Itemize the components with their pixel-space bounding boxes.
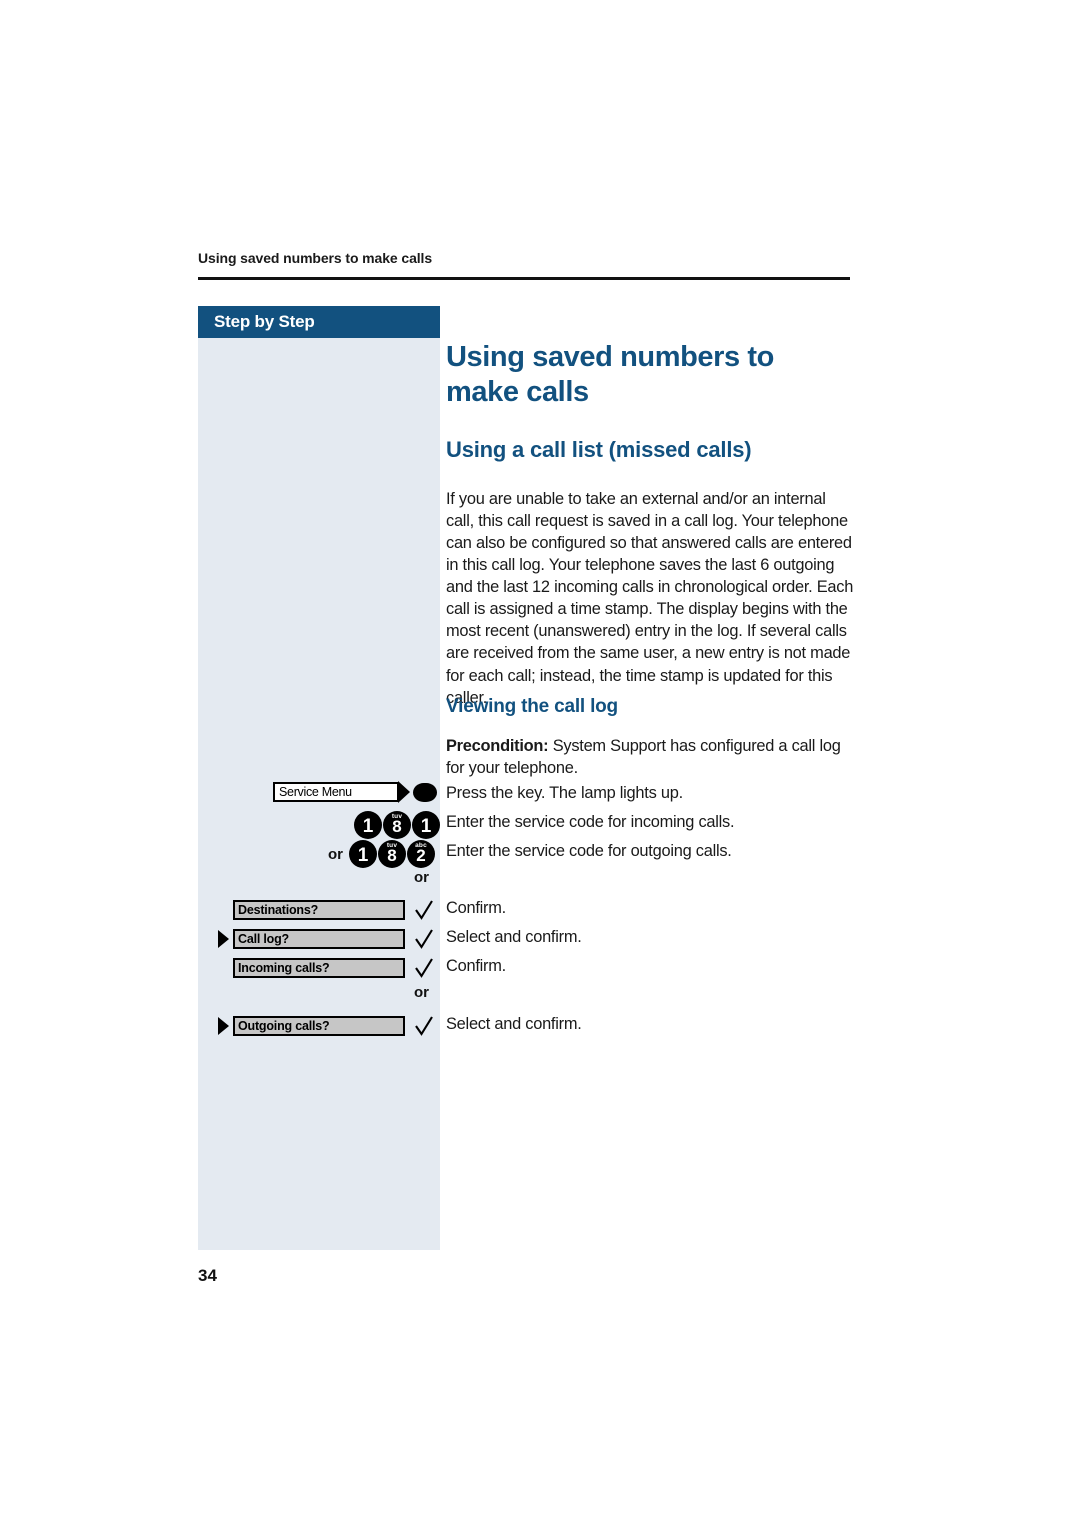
keypad-key-1a[interactable]: 1	[354, 811, 382, 839]
keypad-key-1c-digit: 1	[357, 845, 369, 866]
menu-option-label-incoming-calls: Incoming calls?	[233, 958, 405, 978]
step-description-select-confirm-1: Select and confirm.	[446, 928, 582, 946]
menu-option-label-outgoing-calls: Outgoing calls?	[233, 1016, 405, 1036]
step-description-confirm-2: Confirm.	[446, 957, 506, 975]
page-title: Using saved numbers to make calls	[446, 341, 774, 409]
menu-arrow-icon	[218, 930, 229, 948]
confirm-checkmark-icon[interactable]	[414, 899, 434, 921]
menu-row-destinations[interactable]: Destinations?	[218, 899, 434, 921]
step-description-press-key: Press the key. The lamp lights up.	[446, 784, 683, 802]
keypad-key-1c[interactable]: 1	[349, 840, 377, 868]
menu-option-label-destinations: Destinations?	[233, 900, 405, 920]
step-description-confirm-1: Confirm.	[446, 899, 506, 917]
keypad-key-2-letters: abc	[415, 842, 427, 849]
menu-row-call-log[interactable]: Call log?	[218, 928, 434, 950]
confirm-checkmark-icon[interactable]	[414, 957, 434, 979]
menu-option-label-call-log: Call log?	[233, 929, 405, 949]
precondition-paragraph: Precondition: System Support has configu…	[446, 735, 854, 779]
step-description-incoming-code: Enter the service code for incoming call…	[446, 813, 735, 831]
service-menu-key-label: Service Menu	[273, 782, 399, 802]
or-marker-2: or	[414, 984, 429, 1001]
confirm-checkmark-icon[interactable]	[414, 928, 434, 950]
page-number: 34	[198, 1266, 217, 1285]
precondition-label: Precondition:	[446, 737, 549, 755]
section-heading-call-list: Using a call list (missed calls)	[446, 436, 752, 462]
keypad-key-1a-digit: 1	[362, 816, 374, 837]
menu-row-incoming-calls[interactable]: Incoming calls?	[218, 957, 434, 979]
main-content: Using saved numbers to make calls Using …	[446, 340, 850, 481]
keypad-incoming-code[interactable]: 1 tuv 8 1	[354, 811, 440, 839]
keypad-key-8b-letters: tuv	[386, 842, 398, 849]
step-by-step-title: Step by Step	[214, 312, 315, 331]
subsection-heading-viewing-call-log: Viewing the call log	[446, 696, 618, 717]
running-header: Using saved numbers to make calls	[198, 250, 433, 266]
service-menu-key[interactable]: Service Menu	[273, 781, 437, 803]
step-description-outgoing-code: Enter the service code for outgoing call…	[446, 842, 732, 860]
keypad-key-8a[interactable]: tuv 8	[383, 811, 411, 839]
keypad-key-2[interactable]: abc 2	[407, 840, 435, 868]
keypad-outgoing-code[interactable]: or 1 tuv 8 abc 2	[328, 840, 435, 868]
confirm-checkmark-icon[interactable]	[414, 1015, 434, 1037]
keypad-key-8a-letters: tuv	[391, 813, 403, 820]
menu-arrow-icon	[218, 1017, 229, 1035]
keypad-or-label: or	[328, 845, 343, 863]
keypad-key-1b-digit: 1	[420, 816, 432, 837]
keypad-key-1b[interactable]: 1	[412, 811, 440, 839]
step-description-select-confirm-2: Select and confirm.	[446, 1015, 582, 1033]
header-rule	[198, 277, 850, 280]
step-by-step-header-bar: Step by Step	[198, 306, 440, 338]
keypad-key-8b[interactable]: tuv 8	[378, 840, 406, 868]
menu-row-outgoing-calls[interactable]: Outgoing calls?	[218, 1015, 434, 1037]
key-lamp-icon	[413, 782, 437, 802]
or-marker-1: or	[414, 869, 429, 886]
key-arrow-icon	[398, 781, 410, 803]
intro-paragraph: If you are unable to take an external an…	[446, 490, 854, 707]
step-by-step-sidebar	[198, 306, 440, 1250]
